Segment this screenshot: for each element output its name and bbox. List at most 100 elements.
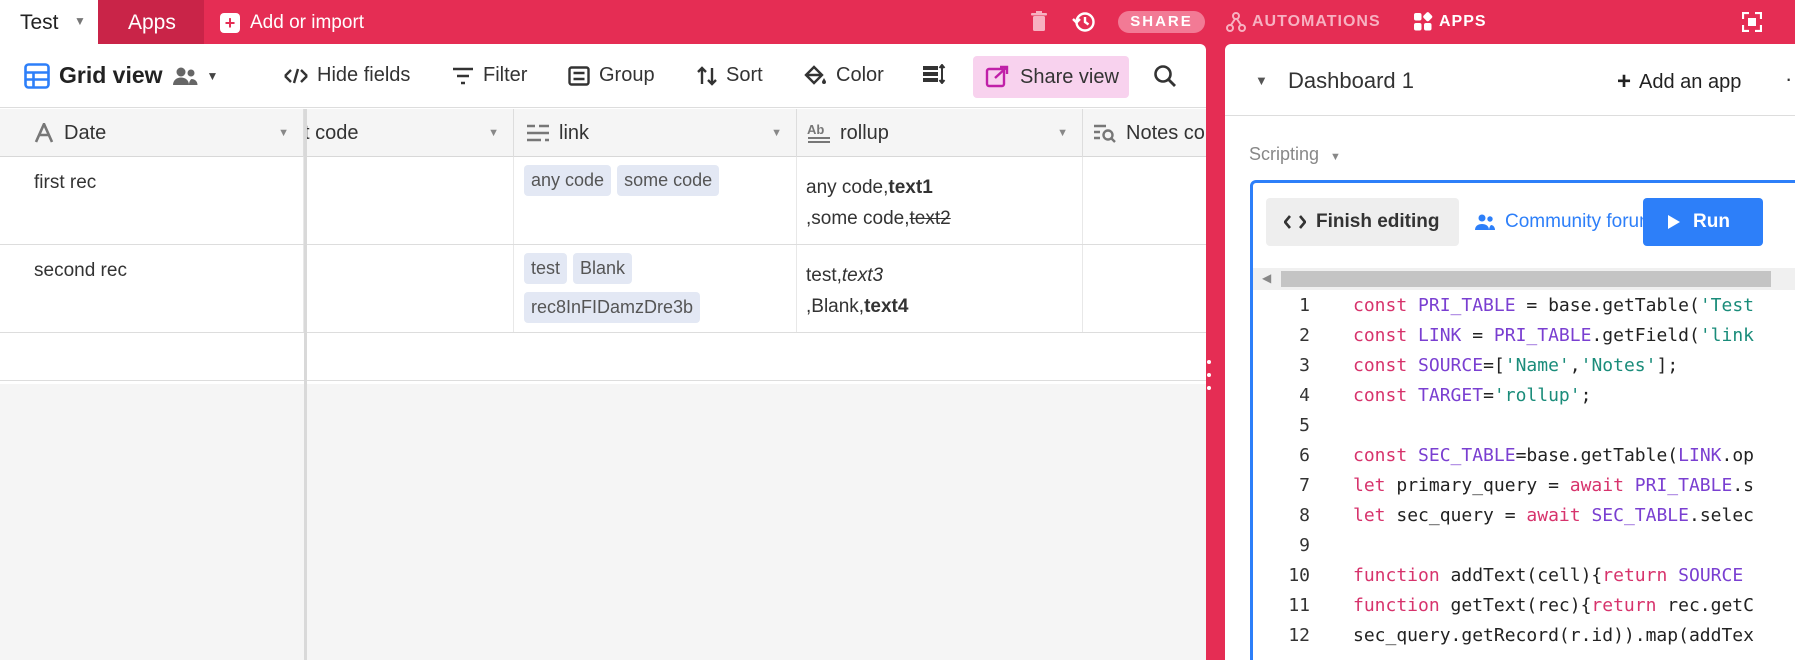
- top-bar: Test ▼ Apps + Add or import SHARE AUTOMA…: [0, 0, 1795, 46]
- run-button[interactable]: Run: [1643, 198, 1763, 246]
- code-line[interactable]: 9: [1253, 535, 1795, 565]
- community-forum-link[interactable]: Community forum: [1475, 211, 1655, 233]
- rollup-cell[interactable]: any code,text1 ,some code,text2: [797, 157, 1083, 244]
- group-button[interactable]: Group: [568, 64, 655, 87]
- primary-cell[interactable]: first rec: [0, 157, 304, 244]
- panel-resize-handle[interactable]: [1207, 358, 1211, 392]
- code-cell[interactable]: [304, 157, 514, 244]
- table-row[interactable]: second rec test Blank rec8InFIDamzDre3b t…: [0, 245, 1206, 333]
- primary-cell[interactable]: second rec: [0, 245, 304, 332]
- code-line[interactable]: 3 const SOURCE=['Name','Notes'];: [1253, 355, 1795, 385]
- code-line[interactable]: 12 sec_query.getRecord(r.id)).map(addTex: [1253, 625, 1795, 655]
- code-line[interactable]: 10 function addText(cell){return SOURCE: [1253, 565, 1795, 595]
- grid-view-switcher[interactable]: Grid view ▼: [24, 62, 218, 89]
- finish-editing-label: Finish editing: [1316, 211, 1440, 232]
- code-line[interactable]: 1 const PRI_TABLE = base.getTable('Test: [1253, 295, 1795, 325]
- app-type-label: Scripting: [1249, 144, 1320, 164]
- code-text: let sec_query = await SEC_TABLE.selec: [1353, 505, 1755, 526]
- chevron-down-icon[interactable]: ▼: [278, 127, 289, 139]
- column-header-rollup[interactable]: Ab rollup ▼: [797, 109, 1083, 157]
- rollup-line: ,Blank,text4: [806, 291, 1082, 322]
- linked-record-pill[interactable]: test: [524, 253, 568, 284]
- add-or-import-button[interactable]: + Add or import: [220, 12, 364, 34]
- code-line[interactable]: 5: [1253, 415, 1795, 445]
- chevron-down-icon[interactable]: ▼: [74, 14, 86, 28]
- rollup-bold-text: text1: [888, 177, 933, 198]
- code-line[interactable]: 7 let primary_query = await PRI_TABLE.s: [1253, 475, 1795, 505]
- linked-record-pill[interactable]: any code: [524, 165, 612, 196]
- tab-test[interactable]: Test ▼: [0, 0, 98, 46]
- fullscreen-icon[interactable]: [1741, 11, 1763, 37]
- frozen-column-divider[interactable]: [304, 109, 307, 660]
- row-height-icon[interactable]: [922, 64, 946, 84]
- rollup-cell[interactable]: test,text3 ,Blank,text4: [797, 245, 1083, 332]
- notes-cell[interactable]: [1083, 157, 1206, 244]
- dashboard-panel: ▼ Dashboard 1 + Add an app ·· Scripting …: [1225, 44, 1795, 660]
- link-cell[interactable]: test Blank rec8InFIDamzDre3b: [514, 245, 797, 332]
- filter-label: Filter: [483, 64, 528, 86]
- code-line[interactable]: 2 const LINK = PRI_TABLE.getField('link: [1253, 325, 1795, 355]
- line-number: 8: [1299, 505, 1310, 526]
- share-button[interactable]: SHARE: [1118, 11, 1205, 33]
- chevron-down-icon[interactable]: ▼: [488, 127, 499, 139]
- table-row[interactable]: first rec any code some code any code,tex…: [0, 157, 1206, 245]
- column-header-link[interactable]: link ▼: [514, 109, 797, 157]
- add-an-app-button[interactable]: + Add an app: [1617, 68, 1741, 96]
- rollup-text: ,Blank,: [806, 296, 865, 317]
- scrollbar-thumb[interactable]: [1281, 271, 1771, 287]
- chevron-down-icon[interactable]: ▼: [1255, 73, 1268, 88]
- apps-button[interactable]: APPS: [1413, 12, 1487, 32]
- column-label: rollup: [840, 121, 889, 144]
- code-line[interactable]: 8 let sec_query = await SEC_TABLE.selec: [1253, 505, 1795, 535]
- app-type-selector[interactable]: Scripting ▼: [1249, 144, 1341, 165]
- column-header-code[interactable]: t code ▼: [304, 109, 514, 157]
- chevron-down-icon[interactable]: ▼: [771, 127, 782, 139]
- people-icon: [1475, 214, 1495, 230]
- sort-button[interactable]: Sort: [697, 64, 763, 87]
- community-forum-label: Community forum: [1505, 211, 1655, 232]
- color-label: Color: [836, 64, 884, 86]
- share-view-label: Share view: [1020, 65, 1119, 88]
- line-number: 5: [1299, 415, 1310, 436]
- column-header-notes[interactable]: Notes co: [1083, 109, 1206, 157]
- code-cell[interactable]: [304, 245, 514, 332]
- filter-button[interactable]: Filter: [452, 64, 527, 87]
- dashboard-title[interactable]: Dashboard 1: [1288, 68, 1414, 94]
- line-number: 11: [1288, 595, 1310, 616]
- add-row[interactable]: [0, 333, 1206, 381]
- search-icon[interactable]: [1153, 64, 1177, 88]
- linked-record-pill[interactable]: some code: [617, 165, 720, 196]
- finish-editing-button[interactable]: Finish editing: [1266, 198, 1459, 246]
- rollup-strike-text: text2: [909, 208, 951, 229]
- share-view-button[interactable]: Share view: [973, 56, 1129, 98]
- paint-bucket-icon: [804, 64, 826, 85]
- linked-record-pill[interactable]: rec8InFIDamzDre3b: [524, 292, 701, 323]
- group-icon: [568, 65, 590, 86]
- more-icon[interactable]: ··: [1785, 66, 1795, 92]
- horizontal-scrollbar[interactable]: ◀: [1253, 268, 1795, 290]
- automations-button[interactable]: AUTOMATIONS: [1226, 12, 1381, 32]
- history-icon[interactable]: [1072, 10, 1096, 39]
- color-button[interactable]: Color: [803, 64, 884, 87]
- code-text: function getText(rec){return rec.getC: [1353, 595, 1754, 616]
- code-icon: [1284, 215, 1306, 229]
- link-cell[interactable]: any code some code: [514, 157, 797, 244]
- code-line[interactable]: 6 const SEC_TABLE=base.getTable(LINK.op: [1253, 445, 1795, 475]
- rollup-line: ,some code,text2: [806, 203, 1082, 234]
- column-header-date[interactable]: Date ▼: [0, 109, 304, 157]
- scroll-left-icon[interactable]: ◀: [1262, 271, 1271, 285]
- hide-fields-button[interactable]: Hide fields: [284, 64, 410, 87]
- linked-record-pill[interactable]: Blank: [573, 253, 633, 284]
- rollup-text: any code,: [806, 177, 889, 198]
- tab-apps[interactable]: Apps: [98, 0, 204, 44]
- dashboard-header: ▼ Dashboard 1 + Add an app ··: [1225, 44, 1795, 116]
- code-line[interactable]: 4 const TARGET='rollup';: [1253, 385, 1795, 415]
- trash-icon[interactable]: [1031, 11, 1047, 37]
- code-line[interactable]: 11 function getText(rec){return rec.getC: [1253, 595, 1795, 625]
- notes-cell[interactable]: [1083, 245, 1206, 332]
- grid-view-title: Grid view: [59, 62, 163, 88]
- grid-panel: Grid view ▼ Hide fields Filter Group Sor…: [0, 44, 1206, 660]
- chevron-down-icon[interactable]: ▼: [1057, 127, 1068, 139]
- chevron-down-icon[interactable]: ▼: [207, 69, 219, 83]
- code-area[interactable]: 1 const PRI_TABLE = base.getTable('Test 2 c…: [1253, 295, 1795, 655]
